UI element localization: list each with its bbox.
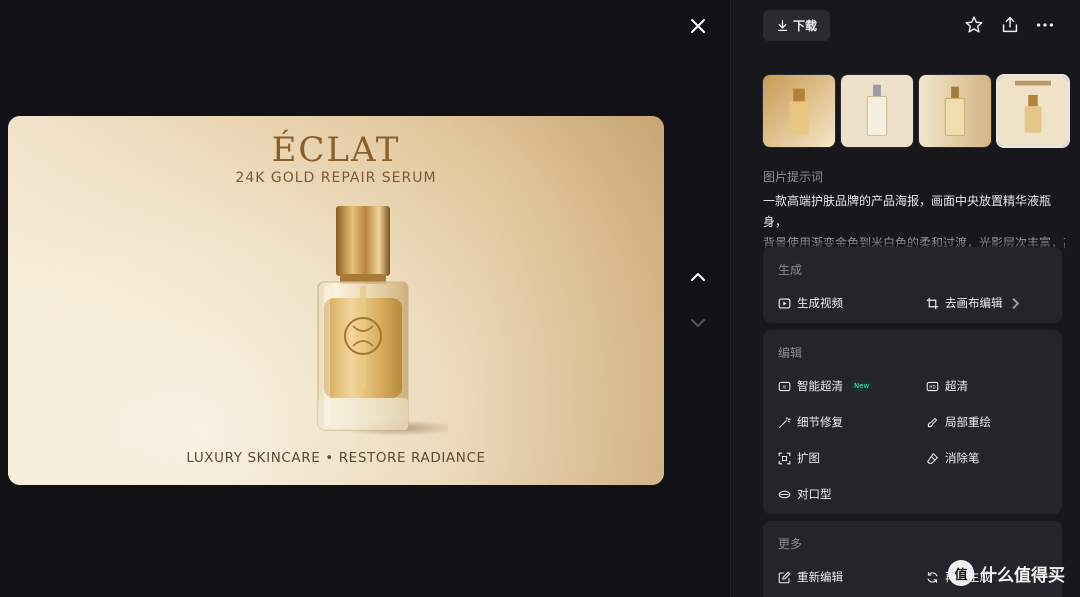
thumbnail-3[interactable] (918, 74, 992, 148)
side-panel: 下载 图片提示词 一款高端护肤品牌的产品海报，画面中央放置精华液瓶身， 背景使用… (730, 0, 1080, 597)
detail-repair-label: 细节修复 (797, 415, 843, 429)
chevron-right-icon (1011, 297, 1019, 309)
star-icon[interactable] (963, 14, 985, 36)
close-icon[interactable] (686, 14, 710, 38)
detail-repair-button[interactable]: 细节修复 (778, 414, 843, 430)
thumbnail-2[interactable] (840, 74, 914, 148)
re-edit-button[interactable]: 重新编辑 (778, 569, 843, 585)
edit-section-title: 编辑 (778, 346, 803, 360)
generate-section-title: 生成 (778, 263, 803, 277)
prompt-title: 图片提示词 (763, 170, 824, 184)
generate-section: 生成 生成视频 去画布编辑 (763, 247, 1062, 323)
download-button[interactable]: 下载 (763, 10, 830, 41)
image-viewer: ÉCLAT 24K GOLD REPAIR SERUM LUXURY SKINC… (0, 0, 730, 597)
hd-label: 超清 (945, 379, 968, 393)
refresh-icon (927, 571, 938, 583)
eraser-label: 消除笔 (945, 451, 980, 465)
hd-button[interactable]: HD 超清 (926, 378, 968, 394)
edit-icon (778, 571, 791, 583)
download-label: 下载 (792, 19, 817, 33)
eraser-icon (927, 452, 938, 464)
watermark-text: 什么值得买 (980, 565, 1065, 586)
generate-video-label: 生成视频 (797, 296, 843, 310)
expand-icon (778, 452, 791, 464)
svg-text:AI: AI (783, 384, 787, 389)
smart-upscale-button[interactable]: AI 智能超清 New (778, 378, 873, 394)
more-icon[interactable] (1034, 14, 1056, 36)
smart-upscale-label: 智能超清 (797, 379, 843, 393)
generate-video-button[interactable]: 生成视频 (778, 295, 843, 311)
thumbnail-4-selected[interactable] (996, 74, 1070, 148)
crop-icon (926, 297, 939, 309)
hd-icon: HD (926, 381, 939, 391)
lip-sync-icon (778, 490, 791, 498)
prompt-line-1: 一款高端护肤品牌的产品海报，画面中央放置精华液瓶身， (763, 194, 1052, 229)
main-image: ÉCLAT 24K GOLD REPAIR SERUM LUXURY SKINC… (8, 116, 664, 485)
thumbnail-1[interactable] (762, 74, 836, 148)
chevron-down-icon[interactable] (686, 311, 710, 335)
inpaint-label: 局部重绘 (945, 415, 991, 429)
canvas-edit-button[interactable]: 去画布编辑 (926, 295, 1022, 311)
poster-brand: ÉCLAT (271, 130, 401, 170)
video-icon (778, 297, 791, 309)
download-icon (777, 19, 788, 32)
edit-section: 编辑 AI 智能超清 New HD 超清 细节修复 局部重绘 扩图 消除笔 对口… (763, 330, 1062, 514)
poster-subtitle: 24K GOLD REPAIR SERUM (235, 170, 437, 186)
lip-sync-button[interactable]: 对口型 (778, 486, 832, 502)
thumbnail-strip (762, 74, 1070, 148)
magic-wand-icon (779, 416, 791, 428)
svg-text:HD: HD (929, 384, 935, 389)
watermark-logo: 值 (948, 560, 974, 586)
serum-bottle-illustration (317, 206, 448, 436)
expand-button[interactable]: 扩图 (778, 450, 820, 466)
lip-sync-label: 对口型 (797, 487, 832, 501)
canvas-edit-label: 去画布编辑 (945, 296, 1003, 310)
brush-icon (927, 417, 938, 427)
share-icon[interactable] (999, 14, 1021, 36)
watermark: 值 什么值得买 (948, 560, 1065, 586)
eraser-button[interactable]: 消除笔 (926, 450, 980, 466)
poster-tagline: LUXURY SKINCARE • RESTORE RADIANCE (186, 450, 486, 466)
inpaint-button[interactable]: 局部重绘 (926, 414, 991, 430)
prompt-text: 一款高端护肤品牌的产品海报，画面中央放置精华液瓶身， 背景使用渐变金色到米白色的… (763, 191, 1065, 254)
re-edit-label: 重新编辑 (797, 570, 843, 584)
more-section-title: 更多 (778, 537, 803, 551)
new-badge: New (851, 381, 873, 391)
chevron-up-icon[interactable] (686, 265, 710, 289)
smart-upscale-icon: AI (778, 381, 791, 391)
expand-label: 扩图 (797, 451, 820, 465)
